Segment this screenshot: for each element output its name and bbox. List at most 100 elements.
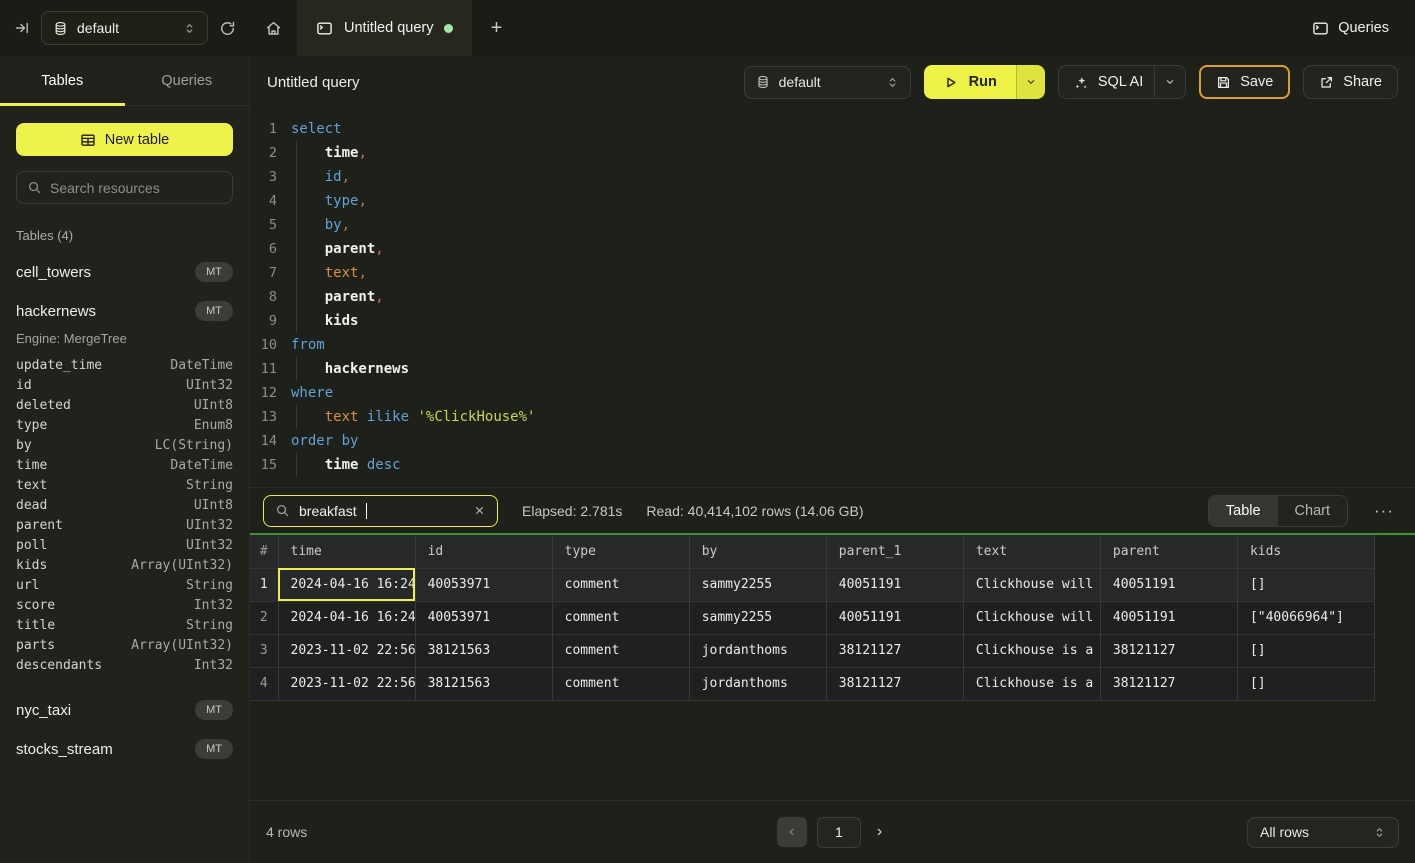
column-header-parent_1[interactable]: parent_1	[826, 535, 963, 568]
share-button[interactable]: Share	[1303, 65, 1398, 99]
home-button[interactable]	[250, 0, 297, 56]
editor-line: 4 type,	[250, 189, 1415, 213]
cell-parent[interactable]: 40051191	[1100, 568, 1237, 601]
column-row: idUInt32	[16, 375, 233, 395]
column-header-id[interactable]: id	[415, 535, 552, 568]
column-header-index[interactable]: #	[250, 535, 278, 568]
cell-id[interactable]: 38121563	[415, 634, 552, 667]
cell-time[interactable]: 2023-11-02 22:56…	[278, 634, 415, 667]
clear-search-icon[interactable]	[473, 504, 486, 517]
view-tab-chart[interactable]: Chart	[1278, 496, 1347, 526]
cell-type[interactable]: comment	[552, 568, 689, 601]
column-header-text[interactable]: text	[963, 535, 1100, 568]
cell-id[interactable]: 38121563	[415, 667, 552, 700]
sql-ai-options-button[interactable]	[1154, 66, 1185, 98]
cell-kids[interactable]: ["40066964"]	[1237, 601, 1374, 634]
cell-parent_1[interactable]: 40051191	[826, 601, 963, 634]
cell-text[interactable]: Clickhouse will …	[963, 568, 1100, 601]
cell-kids[interactable]: []	[1237, 634, 1374, 667]
code-token: select	[291, 121, 342, 137]
page-size-selector[interactable]: All rows	[1247, 817, 1399, 848]
refresh-icon[interactable]	[219, 20, 236, 37]
cell-kids[interactable]: []	[1237, 667, 1374, 700]
cell-text[interactable]: Clickhouse is a …	[963, 667, 1100, 700]
sidebar-tab-tables[interactable]: Tables	[0, 56, 125, 105]
cell-id[interactable]: 40053971	[415, 601, 552, 634]
new-table-button[interactable]: New table	[16, 123, 233, 156]
save-button[interactable]: Save	[1199, 65, 1290, 99]
table-row[interactable]: 12024-04-16 16:24…40053971commentsammy22…	[250, 568, 1375, 601]
table-item-stocks_stream[interactable]: stocks_streamMT	[16, 739, 233, 759]
table-item-nyc_taxi[interactable]: nyc_taxiMT	[16, 700, 233, 720]
more-options-icon[interactable]: ···	[1374, 501, 1394, 521]
column-header-type[interactable]: type	[552, 535, 689, 568]
cell-by[interactable]: sammy2255	[689, 601, 826, 634]
sql-editor[interactable]: 1select2 time,3 id,4 type,5 by,6 parent,…	[250, 108, 1415, 487]
row-index-cell[interactable]: 4	[250, 667, 278, 700]
line-code: from	[291, 333, 325, 357]
collapse-sidebar-icon[interactable]	[14, 20, 30, 36]
cell-parent[interactable]: 38121127	[1100, 634, 1237, 667]
resource-search-input[interactable]: Search resources	[16, 171, 233, 204]
column-type: UInt8	[194, 398, 233, 413]
table-row[interactable]: 32023-11-02 22:56…38121563commentjordant…	[250, 634, 1375, 667]
cell-text[interactable]: Clickhouse will …	[963, 601, 1100, 634]
row-index-cell[interactable]: 2	[250, 601, 278, 634]
line-number: 10	[250, 333, 277, 357]
column-name: id	[16, 378, 32, 393]
cell-by[interactable]: jordanthoms	[689, 634, 826, 667]
code-token	[291, 241, 325, 257]
cell-id[interactable]: 40053971	[415, 568, 552, 601]
column-header-kids[interactable]: kids	[1237, 535, 1374, 568]
line-code: text,	[291, 261, 367, 285]
cell-by[interactable]: sammy2255	[689, 568, 826, 601]
cell-parent[interactable]: 38121127	[1100, 667, 1237, 700]
main: Untitled query default Run	[250, 56, 1415, 863]
cell-text[interactable]: Clickhouse is a …	[963, 634, 1100, 667]
cell-time[interactable]: 2023-11-02 22:56…	[278, 667, 415, 700]
cell-time[interactable]: 2024-04-16 16:24…	[278, 601, 415, 634]
sidebar-body: New table Search resources Tables (4) ce…	[0, 106, 249, 863]
view-tab-table[interactable]: Table	[1209, 496, 1278, 526]
column-header-time[interactable]: time	[278, 535, 415, 568]
results-search-input[interactable]: breakfast	[263, 495, 498, 527]
cell-kids[interactable]: []	[1237, 568, 1374, 601]
line-number: 15	[250, 453, 277, 477]
line-number: 13	[250, 405, 277, 429]
cell-type[interactable]: comment	[552, 667, 689, 700]
cell-type[interactable]: comment	[552, 634, 689, 667]
cell-parent[interactable]: 40051191	[1100, 601, 1237, 634]
run-button[interactable]: Run	[924, 65, 1016, 99]
column-header-by[interactable]: by	[689, 535, 826, 568]
table-row[interactable]: 22024-04-16 16:24…40053971commentsammy22…	[250, 601, 1375, 634]
tab-untitled-query[interactable]: Untitled query	[297, 0, 472, 56]
sidebar-tab-queries[interactable]: Queries	[125, 56, 250, 105]
row-index-cell[interactable]: 1	[250, 568, 278, 601]
next-page-button[interactable]: ›	[871, 823, 888, 841]
table-row[interactable]: 42023-11-02 22:56…38121563commentjordant…	[250, 667, 1375, 700]
query-database-selector[interactable]: default	[744, 66, 911, 99]
cell-parent_1[interactable]: 38121127	[826, 634, 963, 667]
line-number: 9	[250, 309, 277, 333]
cell-type[interactable]: comment	[552, 601, 689, 634]
column-header-parent[interactable]: parent	[1100, 535, 1237, 568]
column-row: kidsArray(UInt32)	[16, 555, 233, 575]
table-name: stocks_stream	[16, 741, 113, 758]
table-item-hackernews[interactable]: hackernewsMT	[16, 301, 233, 321]
cell-parent_1[interactable]: 40051191	[826, 568, 963, 601]
run-options-button[interactable]	[1016, 65, 1045, 99]
cell-parent_1[interactable]: 38121127	[826, 667, 963, 700]
cell-by[interactable]: jordanthoms	[689, 667, 826, 700]
cell-time[interactable]: 2024-04-16 16:24…	[278, 568, 415, 601]
queries-button[interactable]: Queries	[1312, 20, 1389, 37]
table-item-cell_towers[interactable]: cell_towersMT	[16, 262, 233, 282]
topbar-database-selector[interactable]: default	[41, 11, 208, 45]
sql-ai-button[interactable]: SQL AI	[1058, 65, 1186, 99]
column-type: DateTime	[170, 458, 233, 473]
row-index-cell[interactable]: 3	[250, 634, 278, 667]
editor-line: 11 hackernews	[250, 357, 1415, 381]
current-page[interactable]: 1	[817, 817, 861, 848]
prev-page-button[interactable]: ‹	[777, 817, 807, 847]
new-tab-button[interactable]: +	[472, 0, 520, 56]
column-row: deletedUInt8	[16, 395, 233, 415]
